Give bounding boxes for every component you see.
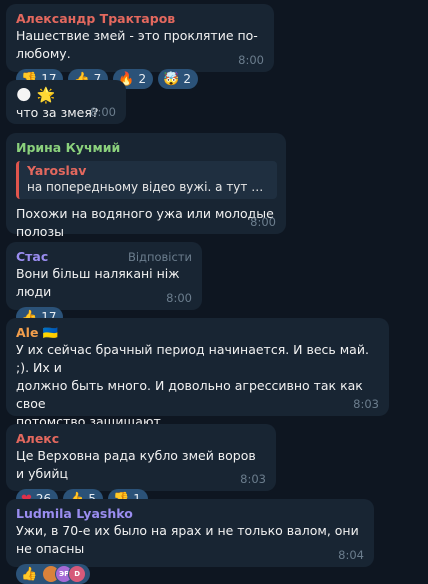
quote-author: Yaroslav (27, 163, 87, 178)
reactions-bar: 👍 ЭР D (16, 564, 365, 584)
moon-sticker-icon: 🌑 (16, 86, 32, 104)
reply-button[interactable]: Відповісти (128, 250, 192, 264)
message-bubble[interactable]: Алекс Це Верховна рада кубло змей воров … (6, 424, 276, 509)
reply-quote[interactable]: Yaroslav на попередньому відео вужі. а т… (16, 161, 277, 199)
message-text: Це Верховна рада кубло змей воров и убий… (16, 448, 256, 481)
message-text: Ужи, в 70-е их было на ярах и не только … (16, 523, 359, 556)
message-time: 8:03 (240, 472, 266, 486)
reaction-chip[interactable]: 👍 ЭР D (16, 564, 91, 584)
message-time: 8:03 (353, 397, 379, 411)
message-text: Похожи на водяного ужа или молодые полоз… (16, 206, 274, 239)
author-name: Ale (16, 325, 39, 340)
message-bubble[interactable]: Стас Відповісти Вони більш налякані ніж … (6, 242, 202, 327)
reactor-avatars: ЭР D (42, 565, 87, 583)
message-bubble[interactable]: Ale 🇺🇦 У их сейчас брачный период начина… (6, 318, 389, 457)
message-author[interactable]: Ludmila Lyashko (16, 506, 365, 522)
message-time: 8:00 (250, 215, 276, 229)
message-bubble[interactable]: Ludmila Lyashko Ужи, в 70-е их было на я… (6, 499, 374, 584)
message-text-line: У их сейчас брачный период начинается. И… (16, 342, 369, 375)
message-text-line: должно быть много. И довольно агрессивно… (16, 378, 363, 411)
message-author[interactable]: Алекс (16, 431, 267, 447)
thumbs-up-icon: 👍 (21, 566, 38, 582)
reaction-count: 2 (183, 72, 191, 86)
message-bubble[interactable]: 🌑 🌟 что за змея? 8:00 (6, 80, 126, 124)
message-time: 8:00 (166, 291, 192, 305)
message-text: Нашествие змей - это проклятие по-любому… (16, 28, 258, 61)
message-time: 8:04 (338, 548, 364, 562)
quote-text: на попередньому відео вужі. а тут прям н… (27, 180, 269, 194)
message-time: 8:00 (90, 105, 116, 119)
exploding-head-icon: 🤯 (163, 71, 180, 87)
message-time: 8:00 (238, 53, 264, 67)
message-bubble[interactable]: Александр Трактаров Нашествие змей - это… (6, 4, 274, 89)
message-bubble[interactable]: Ирина Кучмий Yaroslav на попередньому ві… (6, 133, 286, 267)
ukraine-flag-icon: 🇺🇦 (42, 325, 59, 340)
star-sticker-icon: 🌟 (36, 86, 56, 104)
sticker-row: 🌑 🌟 (16, 85, 117, 104)
message-author[interactable]: Ale 🇺🇦 (16, 325, 380, 341)
avatar: D (68, 565, 87, 583)
message-author[interactable]: Александр Трактаров (16, 11, 265, 27)
reaction-count: 2 (138, 72, 147, 86)
message-author[interactable]: Ирина Кучмий (16, 140, 277, 156)
reaction-chip[interactable]: 🤯 2 (158, 69, 198, 89)
